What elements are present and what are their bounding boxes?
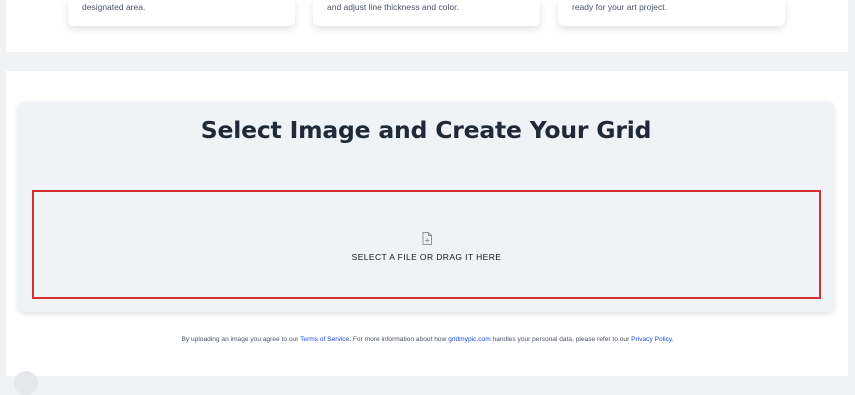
feature-card: designated area.	[68, 0, 295, 26]
upload-panel: Select Image and Create Your Grid SELECT…	[18, 102, 834, 312]
consent-end: .	[671, 336, 674, 343]
feature-card: ready for your art project.	[558, 0, 785, 26]
feature-card-text: designated area.	[82, 2, 146, 12]
site-link[interactable]: gridmypic.com	[448, 336, 491, 343]
privacy-policy-link[interactable]: Privacy Policy	[631, 336, 672, 343]
terms-of-service-link[interactable]: Terms of Service	[300, 336, 349, 343]
consent-prefix: By uploading an image you agree to our	[181, 336, 299, 343]
upload-title: Select Image and Create Your Grid	[200, 116, 652, 144]
feature-card: and adjust line thickness and color.	[313, 0, 540, 26]
feature-card-text: and adjust line thickness and color.	[327, 2, 459, 12]
file-plus-icon	[422, 232, 432, 245]
dropzone-label: SELECT A FILE OR DRAG IT HERE	[351, 252, 502, 262]
consent-suffix: handles your personal data, please refer…	[492, 336, 630, 343]
file-dropzone[interactable]: SELECT A FILE OR DRAG IT HERE	[32, 190, 821, 299]
feature-card-text: ready for your art project.	[572, 2, 667, 12]
consent-notice: By uploading an image you agree to our T…	[0, 336, 855, 343]
corner-widget	[14, 371, 38, 395]
consent-middle: . For more information about how	[349, 336, 447, 343]
